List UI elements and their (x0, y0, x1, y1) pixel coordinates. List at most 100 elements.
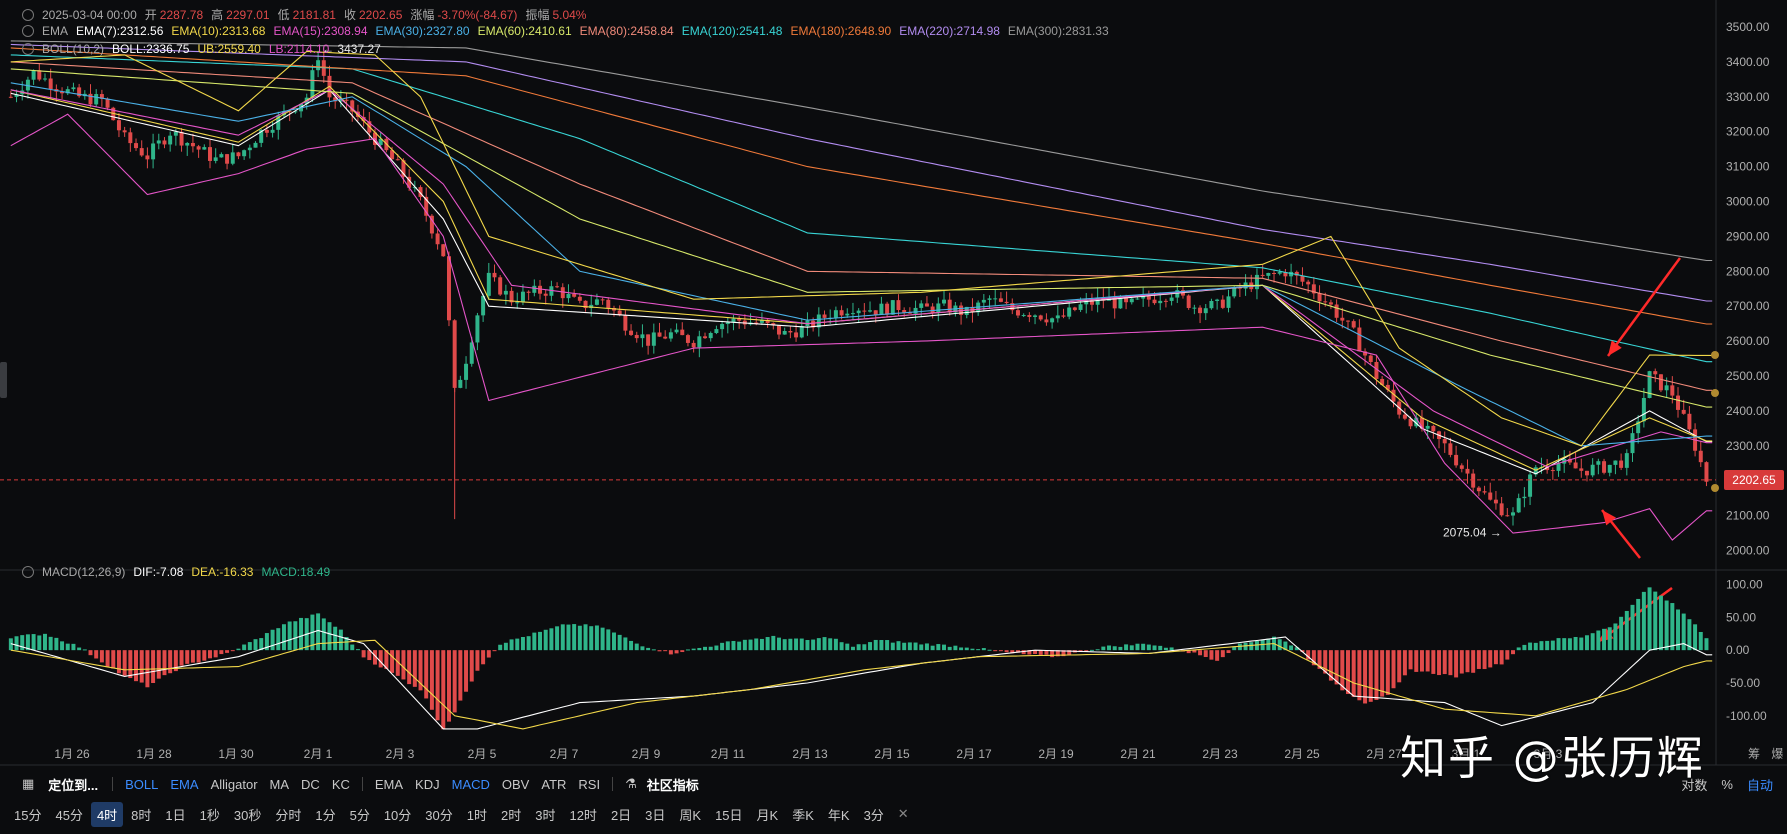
eye-icon[interactable] (22, 43, 34, 55)
community-icon[interactable]: ⚗ (619, 773, 643, 795)
ema-label: EMA (42, 24, 69, 38)
macd-bar (725, 641, 730, 651)
alert-dot[interactable] (1711, 389, 1719, 397)
ohlc-value: 2181.81 (292, 8, 336, 22)
ema-list: EMA(7):2312.56 EMA(10):2313.68 EMA(15):230… (76, 24, 1117, 38)
candle-body (1078, 304, 1083, 310)
indicator-dc[interactable]: DC (295, 774, 326, 795)
candle-body (1146, 296, 1151, 300)
interval-2[interactable]: 4时 (90, 801, 124, 827)
indicator-ema[interactable]: EMA (164, 774, 204, 795)
macd-bar (606, 629, 611, 651)
chip-tool[interactable]: 筹 (1748, 747, 1760, 761)
candle-body (1015, 310, 1020, 316)
indicator-boll[interactable]: BOLL (119, 774, 164, 795)
macd-bar (1163, 647, 1168, 651)
interval-20[interactable]: 月K (751, 802, 785, 827)
interval-12[interactable]: 1时 (461, 802, 493, 827)
candle-body (1459, 465, 1464, 469)
community-indicators-button[interactable]: 社区指标 (641, 772, 705, 797)
y-tick-label: 3000.00 (1726, 195, 1770, 209)
interval-5[interactable]: 1秒 (194, 802, 226, 827)
macd-bar (1089, 649, 1094, 651)
sub-indicators: EMA KDJ MACD OBV ATR RSI (369, 774, 606, 795)
sub-indicator-kdj[interactable]: KDJ (409, 774, 446, 795)
macd-bar (1465, 650, 1470, 673)
interval-17[interactable]: 3日 (639, 802, 671, 827)
macd-bar (668, 650, 673, 655)
eye-icon[interactable] (22, 8, 34, 21)
macd-bar (600, 627, 605, 651)
indicator-alligator[interactable]: Alligator (205, 774, 264, 795)
interval-7[interactable]: 分时 (269, 802, 307, 827)
collapse-handle[interactable] (0, 362, 7, 398)
candle-body (122, 130, 127, 133)
interval-16[interactable]: 2日 (605, 802, 637, 827)
percent-button[interactable]: % (1715, 774, 1739, 795)
y-tick-label: 2600.00 (1726, 334, 1770, 348)
interval-21[interactable]: 季K (786, 802, 820, 827)
candle-body (606, 299, 611, 309)
macd-bar (1431, 650, 1436, 674)
indicator-ma[interactable]: MA (264, 774, 296, 795)
candle-body (862, 310, 867, 312)
sub-indicator-atr[interactable]: ATR (535, 774, 572, 795)
macd-bar (822, 637, 827, 651)
candle-body (1516, 498, 1521, 513)
alert-dot[interactable] (1711, 351, 1719, 359)
interval-10[interactable]: 10分 (378, 802, 417, 827)
interval-0[interactable]: 15分 (8, 802, 47, 827)
candle-body (680, 329, 685, 336)
macd-bar (1533, 642, 1538, 651)
macd-bar (492, 650, 497, 652)
macd-bar (338, 629, 343, 651)
macd-bar (1698, 631, 1703, 651)
ema-value: EMA(60):2410.61 (477, 24, 572, 38)
sub-indicator-obv[interactable]: OBV (496, 774, 535, 795)
low-annotation: 2075.04 → (1443, 525, 1502, 539)
alert-dot[interactable] (1711, 484, 1719, 492)
macd-list: DIF:-7.08 DEA:-16.33 MACD:18.49 (133, 565, 338, 579)
layout-icon[interactable]: ▦ (16, 773, 40, 795)
interval-8[interactable]: 1分 (309, 802, 341, 827)
candle-body (1254, 274, 1259, 290)
burst-tool[interactable]: 爆 (1771, 747, 1783, 761)
macd-bar (333, 626, 338, 651)
interval-3[interactable]: 8时 (125, 802, 157, 827)
interval-4[interactable]: 1日 (159, 802, 191, 827)
macd-bar (1528, 642, 1533, 651)
sub-indicator-macd[interactable]: MACD (446, 774, 496, 795)
macd-bar (1511, 650, 1515, 655)
interval-9[interactable]: 5分 (344, 802, 376, 827)
candle-body (600, 299, 605, 301)
auto-scale-button[interactable]: 自动 (1741, 772, 1779, 797)
interval-11[interactable]: 30分 (419, 802, 458, 827)
interval-18[interactable]: 周K (673, 802, 707, 827)
chart-canvas[interactable]: 3500.00 3400.00 3300.00 3200.00 3100.00 3000.… (0, 0, 1787, 834)
macd-bar (526, 636, 531, 651)
macd-bar (902, 642, 907, 651)
eye-icon[interactable] (22, 25, 34, 37)
interval-14[interactable]: 3时 (529, 802, 561, 827)
macd-bar (759, 638, 764, 651)
candle-body (1630, 433, 1635, 454)
macd-bar (424, 650, 429, 699)
locate-button[interactable]: 定位到... (42, 772, 104, 797)
interval-22[interactable]: 年K (822, 802, 856, 827)
interval-6[interactable]: 30秒 (228, 802, 267, 827)
macd-bar (566, 624, 571, 651)
main-indicators: BOLL EMA Alligator MA DC KC (119, 774, 356, 795)
sub-indicator-ema[interactable]: EMA (369, 774, 409, 795)
divider (612, 777, 614, 791)
interval-1[interactable]: 45分 (49, 802, 88, 827)
interval-13[interactable]: 2时 (495, 802, 527, 827)
eye-icon[interactable] (22, 566, 34, 578)
sub-indicator-rsi[interactable]: RSI (572, 774, 606, 795)
interval-23[interactable]: 3分 (858, 802, 890, 827)
macd-bar (680, 650, 685, 653)
interval-19[interactable]: 15日 (709, 802, 748, 827)
indicator-kc[interactable]: KC (326, 774, 356, 795)
close-icon[interactable]: ✕ (892, 803, 915, 825)
interval-15[interactable]: 12时 (563, 802, 602, 827)
x-tick-label: 2月 5 (468, 747, 497, 761)
